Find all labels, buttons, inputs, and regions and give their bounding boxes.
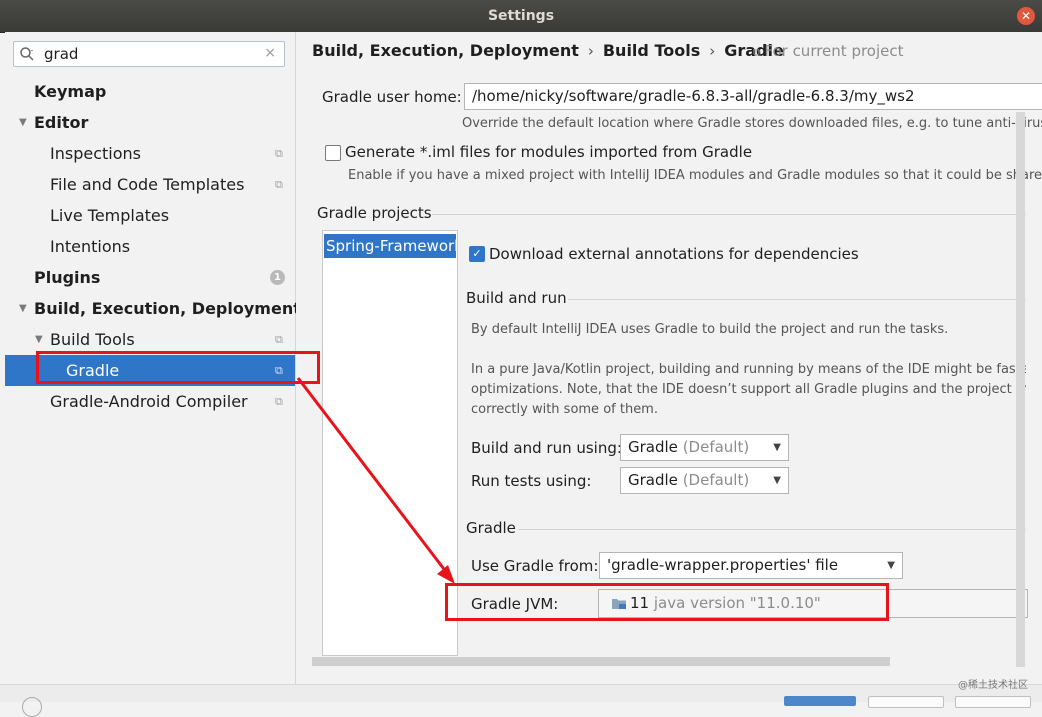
watermark: @稀土技术社区 — [958, 680, 1028, 691]
cancel-button[interactable] — [868, 696, 944, 708]
ok-button[interactable] — [784, 696, 856, 706]
help-icon[interactable] — [22, 697, 42, 717]
apply-button[interactable] — [955, 696, 1031, 708]
annotation-arrow — [296, 377, 455, 584]
dialog-button-bar — [0, 684, 1042, 717]
